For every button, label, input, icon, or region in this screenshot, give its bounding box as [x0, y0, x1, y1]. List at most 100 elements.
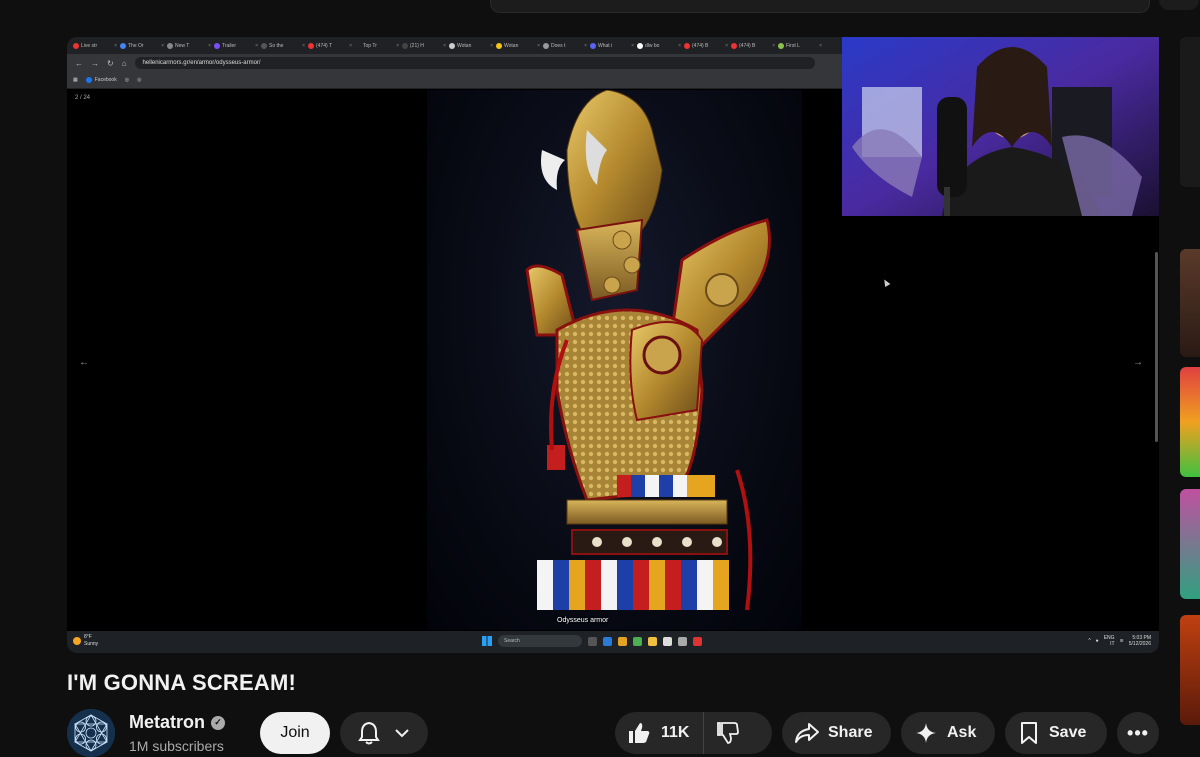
lang-bottom: IT [1110, 641, 1115, 647]
scrollbar-thumb[interactable] [1155, 252, 1158, 442]
browser-tab-label: So the [269, 42, 284, 49]
clock: 5:03 PM 5/12/2026 [1129, 635, 1151, 647]
mouse-cursor-icon [881, 277, 891, 288]
weather-desc: Sunny [84, 641, 99, 647]
browser-tab-label: Top Tr [363, 42, 377, 49]
notification-bell-button[interactable] [340, 712, 428, 754]
channel-name-text[interactable]: Metatron [129, 712, 205, 733]
tab-favicon-icon [308, 42, 314, 49]
like-button[interactable]: 11K [615, 712, 705, 754]
dislike-button[interactable] [704, 712, 740, 754]
recommendation-thumbnail[interactable] [1180, 615, 1200, 725]
tab-favicon-icon [73, 42, 79, 49]
tab-favicon-icon [261, 42, 267, 49]
metatron-cube-icon [67, 709, 115, 757]
tab-favicon-icon [778, 42, 784, 49]
browser-tab: (474) T × [308, 40, 352, 52]
close-icon: × [161, 42, 164, 49]
close-icon: × [678, 42, 681, 49]
armor-illustration [525, 90, 771, 611]
tab-favicon-icon [355, 42, 361, 49]
save-label: Save [1049, 724, 1087, 741]
url-text: hellenicarmors.gr/en/armor/odysseus-armo… [142, 60, 261, 66]
channel-name[interactable]: Metatron ✓ [129, 712, 225, 733]
app-icon [633, 636, 642, 646]
close-icon: × [114, 42, 117, 49]
like-dislike-group: 11K [615, 712, 772, 754]
close-icon: × [772, 42, 775, 49]
browser-tab-label: Live str [81, 42, 98, 49]
browser-tab: New T × [167, 40, 211, 52]
close-icon: × [725, 42, 728, 49]
recommendation-thumbnail[interactable] [1180, 489, 1200, 599]
recommendations-rail [1176, 37, 1200, 754]
browser-tab: (21) H × [402, 40, 446, 52]
subscriber-count: 1M subscribers [129, 738, 224, 754]
browser-tab: Trailer × [214, 40, 258, 52]
join-button[interactable]: Join [260, 712, 330, 754]
share-label: Share [828, 724, 873, 741]
browser-tab: The Or × [120, 40, 164, 52]
save-button[interactable]: Save [1005, 712, 1107, 754]
language-indicator: ENG IT [1104, 635, 1115, 647]
channel-avatar[interactable] [67, 709, 115, 757]
browser-tab: (474) B × [684, 40, 728, 52]
globe-icon: ◎ [124, 77, 130, 83]
thumbs-down-icon [717, 722, 740, 744]
system-tray: ^ ● ENG IT ≋ 5:03 PM 5/12/2026 [1088, 635, 1151, 647]
forward-icon: → [91, 58, 99, 68]
tab-favicon-icon [120, 42, 126, 49]
close-icon: × [631, 42, 634, 49]
arrow-left-icon: ← [79, 357, 89, 368]
wifi-icon: ≋ [1119, 638, 1124, 644]
tray-icon: ● [1095, 638, 1099, 644]
browser-tab: So the × [261, 40, 305, 52]
recommendation-thumbnail[interactable] [1180, 367, 1200, 477]
channel-row: Metatron ✓ 1M subscribers Join 11K Share … [67, 708, 1167, 757]
browser-address-bar: ← → ↻ ⌂ hellenicarmors.gr/en/armor/odyss… [67, 54, 842, 72]
browser-tab: Does t × [543, 40, 587, 52]
browser-tab: (474) B × [731, 40, 775, 52]
close-icon: × [349, 42, 352, 49]
thumbs-up-icon [629, 723, 650, 743]
top-right-button[interactable] [1159, 0, 1199, 10]
edge-icon [603, 636, 612, 646]
sun-icon [73, 637, 81, 645]
browser-tab: Wotan × [449, 40, 493, 52]
browser-tab-strip: Live str × The Or × New T × Trailer × So the × (47… [67, 37, 842, 54]
browser-tab: Top Tr × [355, 40, 399, 52]
slide-caption: Odysseus armor [557, 617, 609, 624]
back-icon: ← [75, 58, 83, 68]
url-field: hellenicarmors.gr/en/armor/odysseus-armo… [134, 57, 815, 69]
tab-favicon-icon [496, 42, 502, 49]
recommendation-thumbnail[interactable] [1180, 37, 1200, 187]
weather-widget: 8°F Sunny [73, 634, 98, 648]
windows-start-icon [482, 636, 492, 646]
share-button[interactable]: Share [782, 712, 891, 754]
recommendation-thumbnail[interactable] [1180, 249, 1200, 357]
arrow-right-icon: → [1133, 357, 1143, 368]
ask-button[interactable]: Ask [901, 712, 995, 754]
weather-temp: 8°F [84, 634, 92, 640]
sparkle-icon [916, 723, 936, 743]
close-icon: × [819, 42, 822, 49]
like-count: 11K [661, 724, 690, 741]
ask-label: Ask [947, 724, 977, 741]
close-icon: × [490, 42, 493, 49]
close-icon: × [396, 42, 399, 49]
close-icon: × [255, 42, 258, 49]
tab-favicon-icon [731, 42, 737, 49]
home-icon: ⌂ [121, 58, 127, 68]
verified-check-icon: ✓ [211, 715, 225, 730]
clock-date: 5/12/2026 [1128, 641, 1151, 647]
browser-tab-label: First L [786, 42, 800, 49]
globe-icon: ◎ [137, 77, 142, 83]
search-bar-edge[interactable] [490, 0, 1199, 13]
more-actions-button[interactable]: ••• [1117, 712, 1159, 754]
browser-tab-label: (21) H [410, 42, 424, 49]
browser-tab-label: New T [175, 42, 190, 49]
bookmark-icon [1021, 722, 1037, 744]
player-scrollbar[interactable] [1154, 37, 1160, 653]
tab-favicon-icon [590, 42, 596, 49]
browser-tab: Live str × [73, 40, 117, 52]
